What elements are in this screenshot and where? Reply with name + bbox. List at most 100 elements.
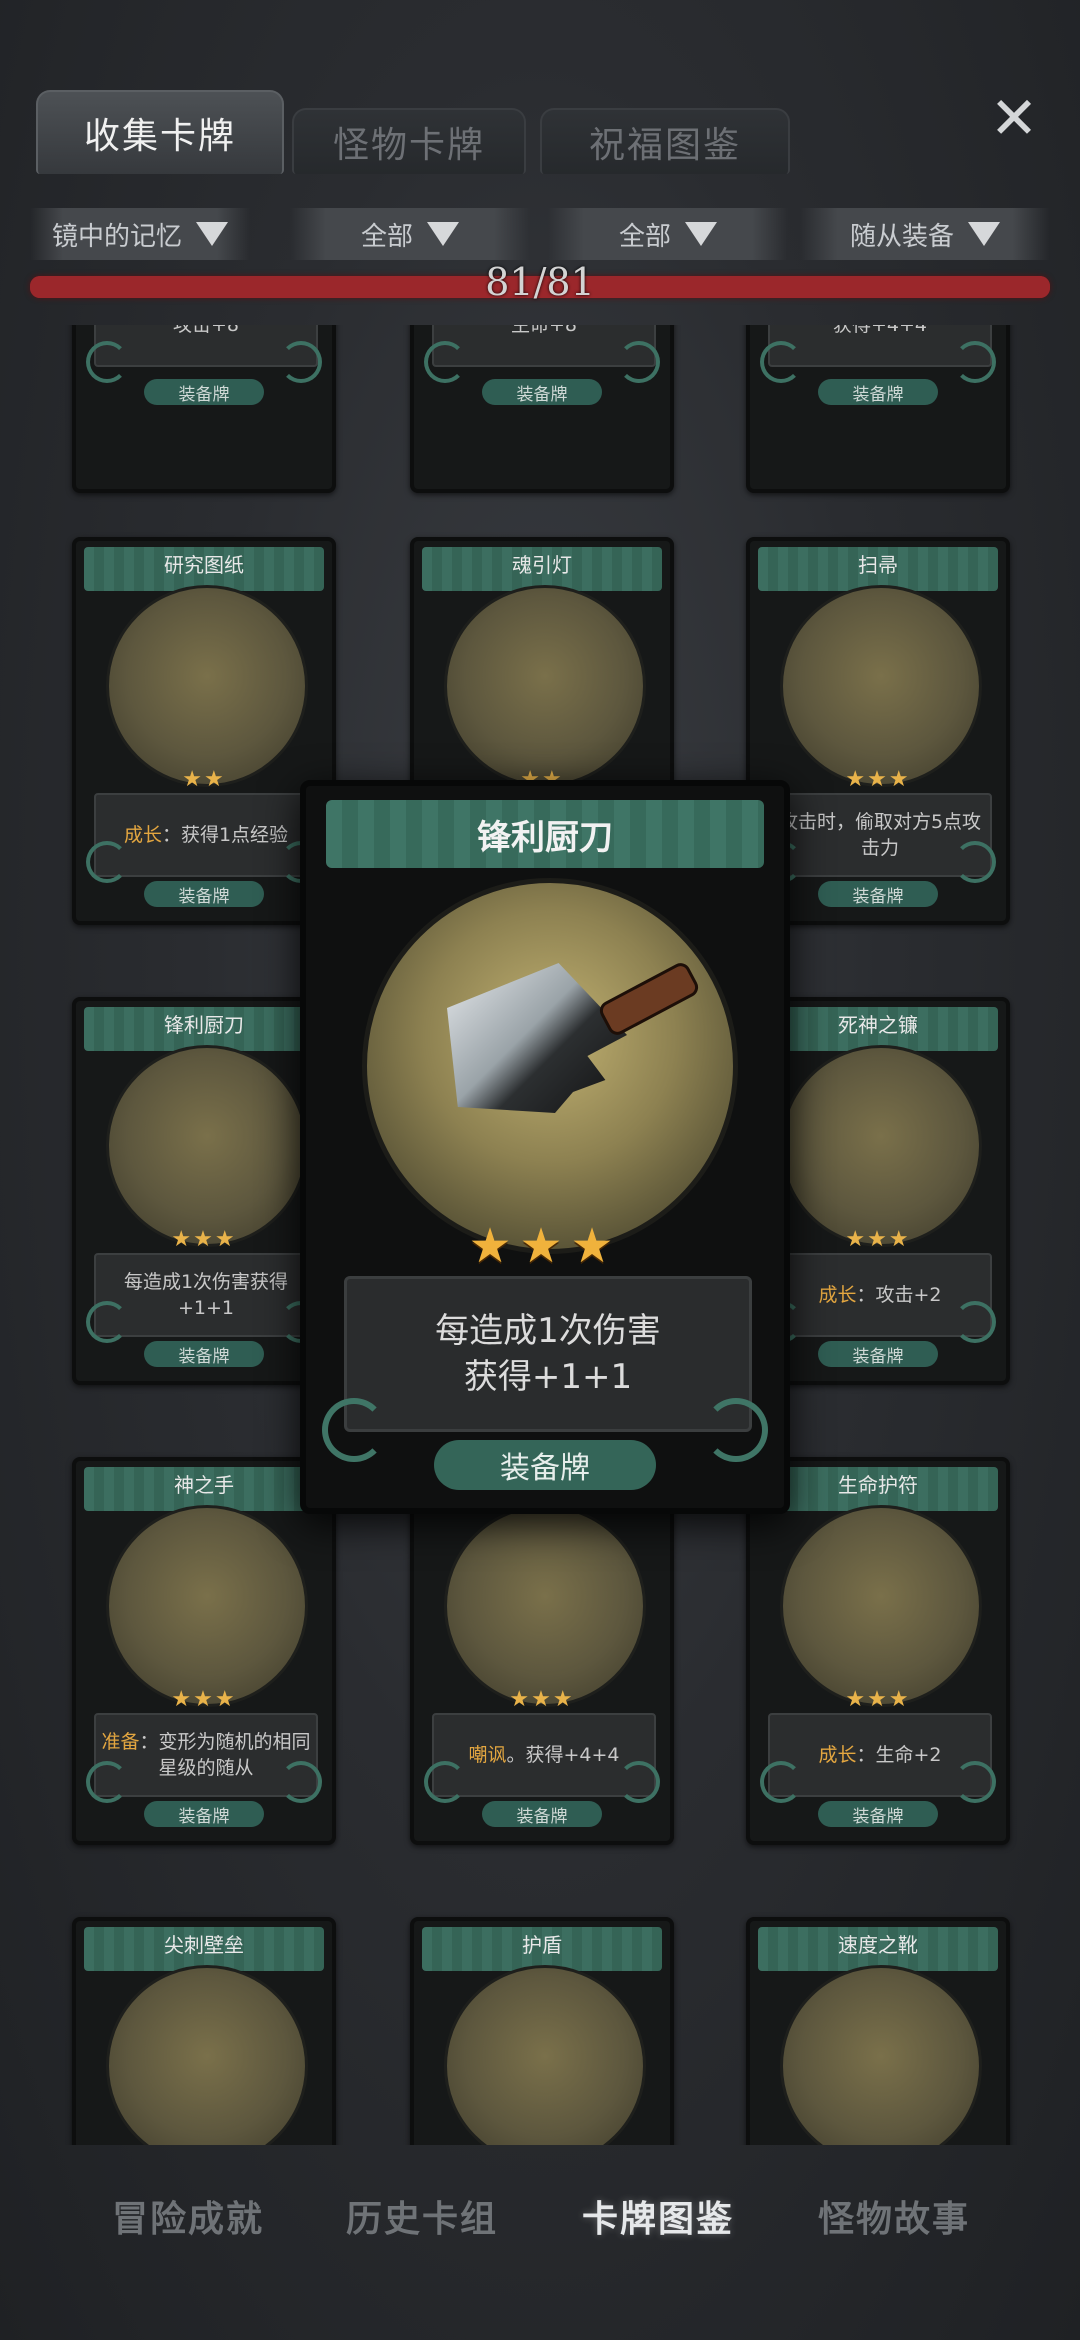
keyword: 嘲讽: [468, 1744, 507, 1766]
card-art: [780, 585, 982, 787]
card[interactable]: 获得+4+4 装备牌: [746, 325, 1010, 493]
swirl-ornament-icon: [424, 1761, 466, 1803]
star-rating: ★★★: [845, 1687, 911, 1712]
card-name: 护盾: [522, 1933, 562, 1957]
card-art: [444, 1965, 646, 2145]
swirl-ornament-icon: [618, 341, 660, 383]
filter-label: 随从装备: [849, 221, 954, 252]
swirl-ornament-icon: [760, 1761, 802, 1803]
card-type-badge: 装备牌: [482, 1801, 602, 1827]
card-art: [444, 585, 646, 787]
description-text: ：获得1点经验: [161, 824, 289, 846]
star-rating: ★★★: [171, 1227, 237, 1252]
swirl-ornament-icon: [86, 1301, 128, 1343]
card-name: 研究图纸: [164, 553, 244, 577]
filter-rarity[interactable]: 全部: [548, 208, 788, 260]
filter-bar: 镜中的记忆 全部 全部 随从装备: [30, 208, 1050, 260]
swirl-ornament-icon: [954, 1761, 996, 1803]
card[interactable]: 生命+8 装备牌: [410, 325, 674, 493]
tab-collect-cards[interactable]: 收集卡牌: [36, 90, 284, 174]
card-type-badge: 装备牌: [818, 1801, 938, 1827]
swirl-ornament-icon: [322, 1398, 386, 1462]
card[interactable]: 神之手 ★★★ 准备：变形为随机的相同星级的随从 装备牌: [72, 1457, 336, 1845]
card[interactable]: 尖刺壁垒: [72, 1917, 336, 2145]
card[interactable]: 速度之靴: [746, 1917, 1010, 2145]
swirl-ornament-icon: [424, 341, 466, 383]
funnel-icon: [427, 222, 459, 246]
nav-card-codex[interactable]: 卡牌图鉴: [548, 2190, 768, 2242]
keyword: 成长: [818, 1744, 857, 1766]
top-tab-bar: 收集卡牌 怪物卡牌 祝福图鉴: [30, 90, 1050, 180]
swirl-ornament-icon: [760, 341, 802, 383]
popup-description: 每造成1次伤害 获得+1+1: [344, 1276, 752, 1432]
cleaver-handle-icon: [596, 959, 702, 1039]
card-name: 尖刺壁垒: [164, 1933, 244, 1957]
card[interactable]: 护盾: [410, 1917, 674, 2145]
swirl-ornament-icon: [618, 1761, 660, 1803]
keyword: 准备: [101, 1731, 140, 1753]
card[interactable]: 研究图纸 ★★ 成长：获得1点经验装备牌: [72, 537, 336, 925]
description-text: ：攻击+2: [856, 1284, 942, 1306]
star-rating: ★★: [182, 767, 226, 792]
card[interactable]: ★★★ 嘲讽。获得+4+4 装备牌: [410, 1457, 674, 1845]
swirl-ornament-icon: [86, 341, 128, 383]
swirl-ornament-icon: [954, 841, 996, 883]
card-art: [106, 1965, 308, 2145]
card-detail-popup[interactable]: 锋利厨刀 ★★★ 每造成1次伤害 获得+1+1 装备牌: [300, 780, 790, 1514]
card-name: 神之手: [174, 1473, 234, 1497]
tab-monster-cards[interactable]: 怪物卡牌: [292, 108, 526, 174]
card-type-badge: 装备牌: [144, 881, 264, 907]
filter-set[interactable]: 镜中的记忆: [30, 208, 250, 260]
card-art: [106, 585, 308, 787]
nav-achievements[interactable]: 冒险成就: [78, 2190, 298, 2242]
star-rating: ★★★: [171, 1687, 237, 1712]
nav-history-decks[interactable]: 历史卡组: [312, 2190, 532, 2242]
swirl-ornament-icon: [280, 341, 322, 383]
star-rating: ★★★: [509, 1687, 575, 1712]
swirl-ornament-icon: [86, 1761, 128, 1803]
keyword: 成长: [123, 824, 162, 846]
card-type-badge: 装备牌: [144, 1341, 264, 1367]
card-art: [780, 1965, 982, 2145]
card-name: 扫帚: [858, 553, 898, 577]
card-type-badge: 装备牌: [144, 1801, 264, 1827]
filter-type[interactable]: 随从装备: [800, 208, 1050, 260]
card-type-badge: 装备牌: [818, 1341, 938, 1367]
tab-blessing-codex[interactable]: 祝福图鉴: [540, 108, 790, 174]
swirl-ornament-icon: [280, 1761, 322, 1803]
funnel-icon: [685, 222, 717, 246]
card-art: [780, 1045, 982, 1247]
card-name: 锋利厨刀: [164, 1013, 244, 1037]
card-art: [444, 1505, 646, 1707]
swirl-ornament-icon: [954, 341, 996, 383]
funnel-icon: [968, 222, 1000, 246]
filter-label: 全部: [360, 221, 413, 252]
card[interactable]: 攻击+8 装备牌: [72, 325, 336, 493]
cleaver-blade-icon: [447, 963, 627, 1113]
description-text: 。获得+4+4: [506, 1744, 620, 1766]
funnel-icon: [196, 222, 228, 246]
swirl-ornament-icon: [954, 1301, 996, 1343]
popup-desc-line: 每造成1次伤害: [435, 1311, 661, 1351]
collection-progress-text: 81/81: [485, 260, 595, 304]
card-type-badge: 装备牌: [144, 379, 264, 405]
popup-card-type-badge: 装备牌: [434, 1440, 656, 1490]
star-rating: ★★★: [468, 1218, 622, 1274]
card-type-badge: 装备牌: [482, 379, 602, 405]
popup-desc-line: 获得+1+1: [463, 1357, 633, 1397]
card[interactable]: 生命护符 ★★★ 成长：生命+2 装备牌: [746, 1457, 1010, 1845]
description-text: 每造成1次伤害获得+1+1: [123, 1271, 289, 1319]
card-art: [780, 1505, 982, 1707]
popup-card-name: 锋利厨刀: [477, 818, 613, 858]
card-art: [106, 1505, 308, 1707]
close-icon[interactable]: ✕: [990, 84, 1039, 152]
swirl-ornament-icon: [704, 1398, 768, 1462]
card[interactable]: 锋利厨刀 ★★★ 每造成1次伤害获得+1+1 装备牌: [72, 997, 336, 1385]
description-text: 攻击时，偷取对方5点攻击力: [778, 811, 982, 859]
filter-star[interactable]: 全部: [290, 208, 530, 260]
cleaver-art: [362, 878, 738, 1254]
card-name: 魂引灯: [512, 553, 572, 577]
card-type-badge: 装备牌: [818, 881, 938, 907]
nav-monster-stories[interactable]: 怪物故事: [784, 2190, 1004, 2242]
card-art: [106, 1045, 308, 1247]
